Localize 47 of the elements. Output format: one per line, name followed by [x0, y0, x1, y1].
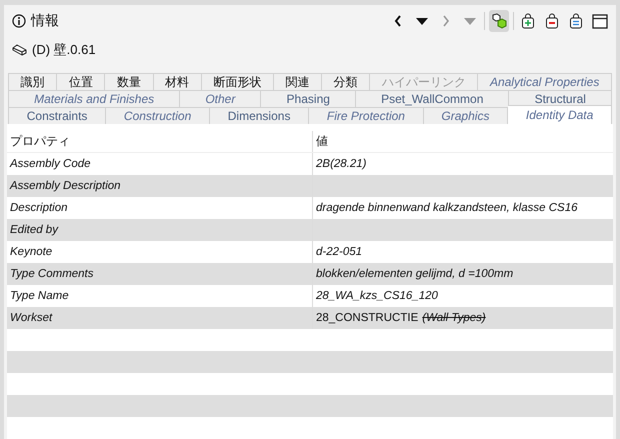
- tab[interactable]: Identity Data: [508, 105, 612, 124]
- tab[interactable]: Fire Protection: [309, 107, 424, 124]
- info-icon: [12, 14, 26, 28]
- cubes-icon: [491, 13, 507, 29]
- property-value: 2B(28.21): [316, 158, 367, 170]
- property-value: 28_CONSTRUCTIE: [316, 312, 418, 324]
- tab[interactable]: Materials and Finishes: [8, 90, 180, 107]
- property-name: Workset: [10, 312, 52, 324]
- dropdown-triangle-icon: [464, 18, 476, 24]
- tab[interactable]: 識別: [8, 73, 58, 90]
- panel-title: 情報: [31, 12, 59, 30]
- property-name: Edited by: [10, 224, 58, 236]
- list-set-icon: [568, 13, 584, 29]
- object-name: (D) 壁.0.61: [32, 41, 96, 59]
- column-header: 値: [312, 131, 613, 152]
- window-icon: [592, 14, 608, 28]
- property-value: d-22-051: [316, 246, 362, 258]
- tab[interactable]: Constraints: [8, 107, 106, 124]
- property-name: Type Comments: [10, 268, 94, 280]
- tab[interactable]: Construction: [106, 107, 210, 124]
- add-set-icon: [520, 13, 536, 29]
- property-name: Description: [10, 202, 68, 214]
- dropdown-triangle-icon: [416, 18, 428, 24]
- tab[interactable]: 関連: [274, 73, 322, 90]
- tab[interactable]: 分類: [322, 73, 370, 90]
- tab[interactable]: Other: [180, 90, 262, 107]
- tab[interactable]: 材料: [154, 73, 202, 90]
- tab[interactable]: Pset_WallCommon: [356, 90, 510, 107]
- column-header: プロパティ: [9, 133, 71, 150]
- property-name: Assembly Description: [10, 180, 121, 192]
- property-value: dragende binnenwand kalkzandsteen, klasse CS16: [316, 202, 578, 214]
- property-name: Keynote: [10, 246, 52, 258]
- property-name: Assembly Code: [10, 158, 91, 170]
- struck-note: (Wall Types): [422, 312, 486, 324]
- tab[interactable]: Phasing: [261, 90, 356, 107]
- property-value: blokken/elementen gelijmd, d =100mm: [316, 268, 514, 280]
- tab[interactable]: 数量: [105, 73, 154, 90]
- wall-icon: [12, 44, 27, 56]
- tab[interactable]: Graphics: [424, 107, 508, 124]
- property-name: Type Name: [10, 290, 69, 302]
- remove-set-icon: [544, 13, 560, 29]
- tab[interactable]: 断面形状: [202, 73, 274, 90]
- property-value: 28_WA_kzs_CS16_120: [316, 290, 438, 302]
- tab[interactable]: Analytical Properties: [478, 73, 612, 90]
- toolbar-button[interactable]: [489, 10, 509, 32]
- tab[interactable]: 位置: [57, 73, 106, 90]
- tab[interactable]: Dimensions: [210, 107, 310, 124]
